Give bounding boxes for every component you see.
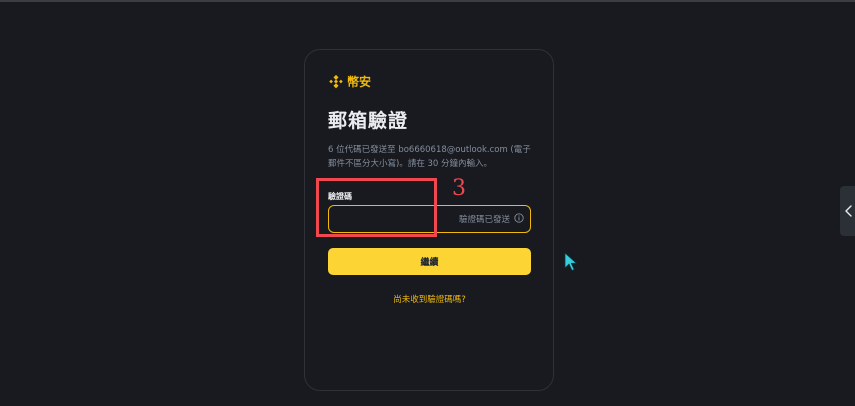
code-sent-hint: 驗證碼已發送 — [458, 215, 510, 225]
chevron-left-icon — [845, 205, 852, 217]
binance-logo-icon — [329, 74, 343, 89]
brand-name: 幣安 — [347, 75, 372, 89]
info-icon[interactable] — [514, 213, 524, 223]
resend-code-link[interactable]: 尚未收到驗證碼嗎? — [328, 293, 531, 305]
page-title: 郵箱驗證 — [328, 110, 409, 132]
continue-button[interactable]: 繼續 — [328, 248, 531, 275]
mouse-cursor-icon — [564, 252, 578, 272]
annotation-step-number: 3 — [452, 176, 466, 201]
brand-logo[interactable]: 幣安 — [329, 73, 371, 90]
screen: 幣安 郵箱驗證 6 位代碼已發送至 bo6660618@outlook.com … — [0, 0, 855, 406]
top-window-strip — [0, 0, 855, 2]
annotation-highlight-box — [316, 178, 437, 237]
side-panel-toggle[interactable] — [840, 186, 855, 236]
verification-description: 6 位代碼已發送至 bo6660618@outlook.com (電子郵件不區分… — [328, 145, 531, 169]
